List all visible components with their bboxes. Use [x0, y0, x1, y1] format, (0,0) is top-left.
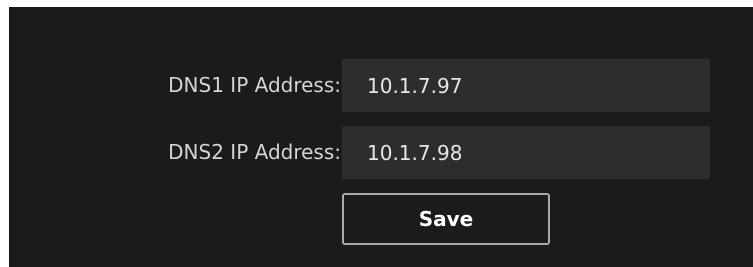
dns1-ip-address-input[interactable] — [342, 59, 710, 112]
dns2-row: DNS2 IP Address: — [9, 126, 753, 179]
dns2-ip-address-input[interactable] — [342, 126, 710, 179]
dns1-ip-address-label: DNS1 IP Address: — [168, 73, 341, 97]
dns1-row: DNS1 IP Address: — [9, 59, 753, 112]
dns-settings-panel: DNS1 IP Address: DNS2 IP Address: Save — [9, 7, 753, 267]
dns2-ip-address-label: DNS2 IP Address: — [168, 140, 341, 164]
save-button[interactable]: Save — [342, 193, 550, 245]
